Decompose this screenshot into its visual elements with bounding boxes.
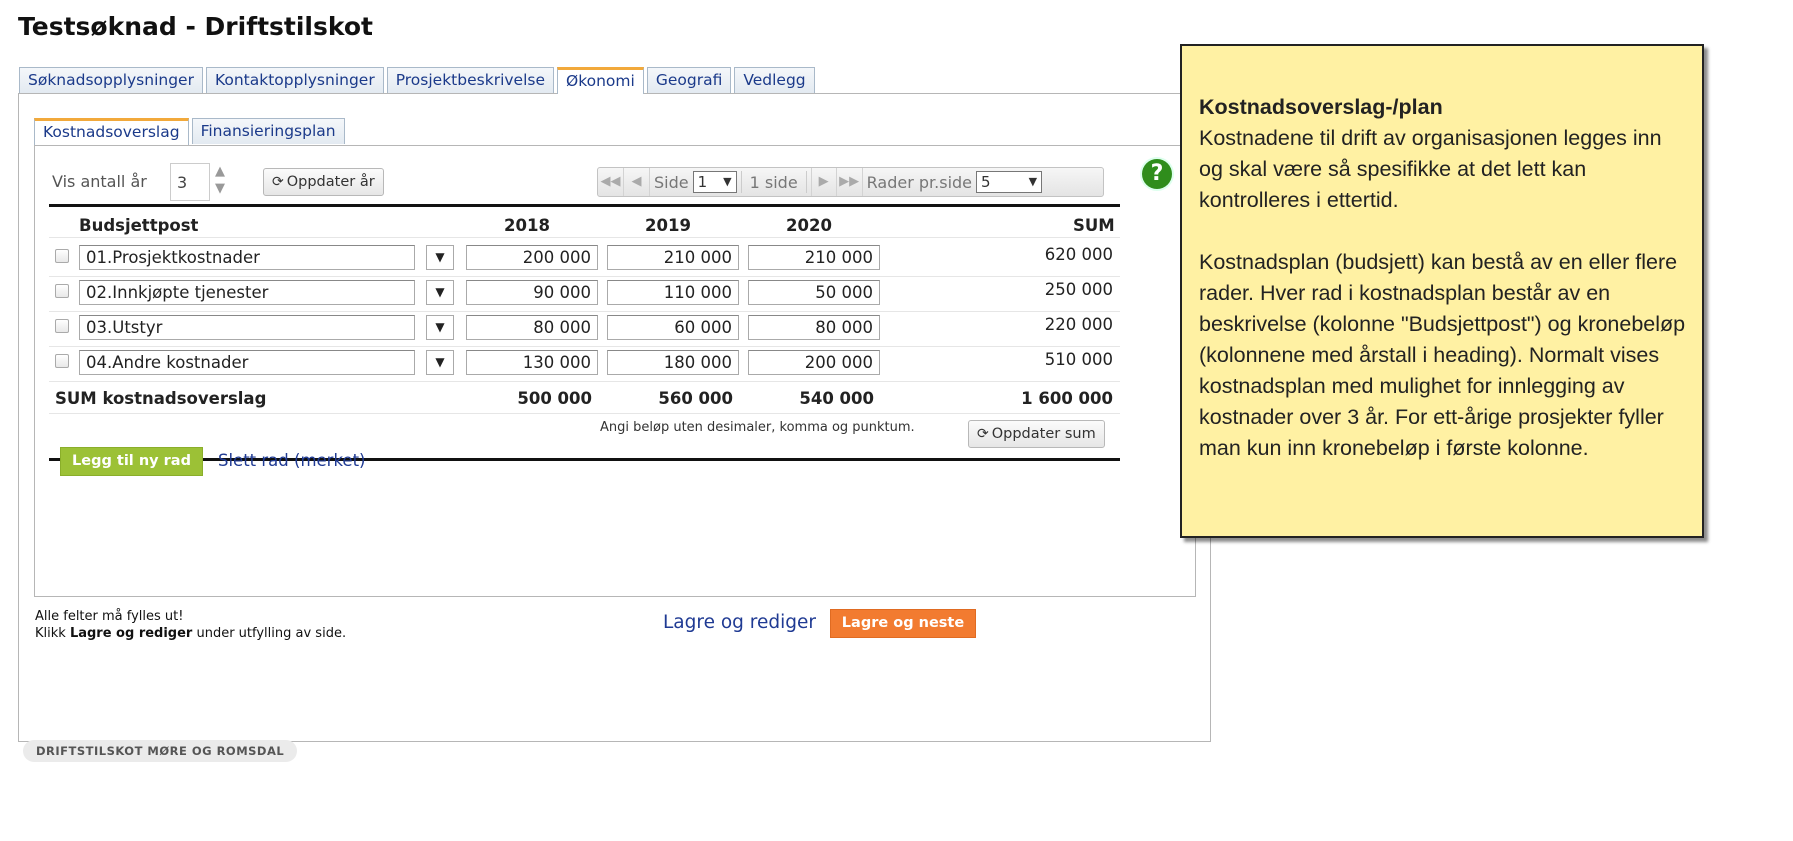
page-title: Testsøknad - Driftstilskot <box>18 12 373 41</box>
tab-soknadsopplysninger[interactable]: Søknadsopplysninger <box>19 67 203 93</box>
tab-finansieringsplan[interactable]: Finansieringsplan <box>191 118 345 144</box>
chevron-down-icon: ▼ <box>1028 175 1038 188</box>
note-paragraph-1: Kostnadene til drift av organisasjonen l… <box>1199 126 1662 212</box>
row-sum: 220 000 <box>1044 315 1113 334</box>
footnote: Alle felter må fylles ut! Klikk Lagre og… <box>35 608 346 642</box>
chevron-down-icon[interactable]: ▼ <box>426 280 454 305</box>
tab-prosjektbeskrivelse[interactable]: Prosjektbeskrivelse <box>386 67 554 93</box>
page-select[interactable]: 1 ▼ <box>692 171 737 193</box>
header-sum: SUM <box>1073 216 1115 235</box>
tab-geografi[interactable]: Geografi <box>646 67 732 93</box>
amount-input[interactable]: 60 000 <box>607 315 739 340</box>
amount-input[interactable]: 80 000 <box>748 315 880 340</box>
total-year-1: 500 000 <box>517 389 592 408</box>
amount-input[interactable]: 210 000 <box>748 245 880 270</box>
header-budsjettpost: Budsjettpost <box>79 216 199 235</box>
page-count: 1 side <box>749 172 798 192</box>
tab-okonomi[interactable]: Økonomi <box>557 67 644 94</box>
row-sum: 250 000 <box>1044 280 1113 299</box>
amount-input[interactable]: 180 000 <box>607 350 739 375</box>
amount-input[interactable]: 90 000 <box>466 280 598 305</box>
budget-table: Budsjettpost 2018 2019 2020 SUM 01.Prosj… <box>49 204 1120 461</box>
save-next-button[interactable]: Lagre og neste <box>830 609 976 638</box>
add-row-button[interactable]: Legg til ny rad <box>60 447 203 476</box>
next-page-icon[interactable]: ▶ <box>810 168 837 196</box>
footnote-bold: Lagre og rediger <box>69 626 193 641</box>
inner-tabs: Kostnadsoverslag Finansieringsplan <box>34 118 345 145</box>
row-checkbox[interactable] <box>55 354 69 368</box>
years-label: Vis antall år <box>52 172 147 191</box>
total-year-3: 540 000 <box>799 389 874 408</box>
row-checkbox[interactable] <box>55 319 69 333</box>
rows-per-page-select[interactable]: 5 ▼ <box>976 171 1043 193</box>
spin-down-icon[interactable]: ▼ <box>212 182 228 196</box>
budget-item-input[interactable]: 02.Innkjøpte tjenester <box>79 280 415 305</box>
note-paragraph-2: Kostnadsplan (budsjett) kan bestå av en … <box>1199 250 1686 460</box>
tab-kostnadsoverslag[interactable]: Kostnadsoverslag <box>34 118 189 145</box>
main-tabs: Søknadsopplysninger Kontaktopplysninger … <box>19 67 815 94</box>
amount-input[interactable]: 130 000 <box>466 350 598 375</box>
save-edit-link[interactable]: Lagre og rediger <box>663 612 816 633</box>
refresh-icon: ⟳ <box>977 426 989 442</box>
row-sum: 510 000 <box>1044 350 1113 369</box>
amount-input[interactable]: 110 000 <box>607 280 739 305</box>
tab-vedlegg[interactable]: Vedlegg <box>734 67 815 93</box>
pager-side-label: Side <box>654 172 689 192</box>
last-page-icon[interactable]: ▶▶ <box>837 168 863 196</box>
header-year-1: 2018 <box>504 216 550 235</box>
delete-row-link[interactable]: Slett rad (merket) <box>218 451 365 470</box>
footnote-line-1: Alle felter må fylles ut! <box>35 609 184 624</box>
amount-input[interactable]: 210 000 <box>607 245 739 270</box>
row-checkbox[interactable] <box>55 284 69 298</box>
budget-item-input[interactable]: 03.Utstyr <box>79 315 415 340</box>
tab-kontaktopplysninger[interactable]: Kontaktopplysninger <box>205 67 384 93</box>
amount-input[interactable]: 200 000 <box>748 350 880 375</box>
header-year-2: 2019 <box>645 216 691 235</box>
spin-up-icon[interactable]: ▲ <box>212 165 228 179</box>
chevron-down-icon[interactable]: ▼ <box>426 350 454 375</box>
chevron-down-icon[interactable]: ▼ <box>426 245 454 270</box>
totals-label: SUM kostnadsoverslag <box>55 389 267 408</box>
chevron-down-icon[interactable]: ▼ <box>426 315 454 340</box>
update-sum-button[interactable]: ⟳ Oppdater sum <box>968 420 1105 448</box>
amount-input[interactable]: 200 000 <box>466 245 598 270</box>
row-sum: 620 000 <box>1044 245 1113 264</box>
first-page-icon[interactable]: ◀◀ <box>598 168 624 196</box>
pager: ◀◀ ◀ Side 1 ▼ 1 side ▶ ▶▶ Rader pr.side 5… <box>597 167 1104 197</box>
chevron-down-icon: ▼ <box>723 175 732 188</box>
help-note: Kostnadsoverslag-/plan Kostnadene til dr… <box>1180 44 1704 538</box>
row-checkbox[interactable] <box>55 249 69 263</box>
rows-per-page-label: Rader pr.side <box>866 172 973 192</box>
refresh-icon: ⟳ <box>272 174 284 190</box>
amount-hint: Angi beløp uten desimaler, komma og punk… <box>600 420 915 435</box>
page-select-value: 1 <box>697 173 708 191</box>
footnote-line-2: Klikk Lagre og rediger under utfylling a… <box>35 626 347 641</box>
footer-badge: DRIFTSTILSKOT MØRE OG ROMSDAL <box>23 740 298 762</box>
amount-input[interactable]: 50 000 <box>748 280 880 305</box>
update-sum-label: Oppdater sum <box>991 426 1096 442</box>
help-icon[interactable]: ? <box>1142 159 1172 189</box>
note-title: Kostnadsoverslag-/plan <box>1199 95 1443 119</box>
years-input[interactable] <box>170 163 210 201</box>
amount-input[interactable]: 80 000 <box>466 315 598 340</box>
header-year-3: 2020 <box>786 216 832 235</box>
budget-item-input[interactable]: 01.Prosjektkostnader <box>79 245 415 270</box>
prev-page-icon[interactable]: ◀ <box>624 168 650 196</box>
grand-total: 1 600 000 <box>1021 389 1113 408</box>
rows-per-page-value: 5 <box>981 173 991 191</box>
update-years-label: Oppdater år <box>286 174 375 190</box>
update-years-button[interactable]: ⟳ Oppdater år <box>263 168 384 196</box>
total-year-2: 560 000 <box>658 389 733 408</box>
budget-item-input[interactable]: 04.Andre kostnader <box>79 350 415 375</box>
